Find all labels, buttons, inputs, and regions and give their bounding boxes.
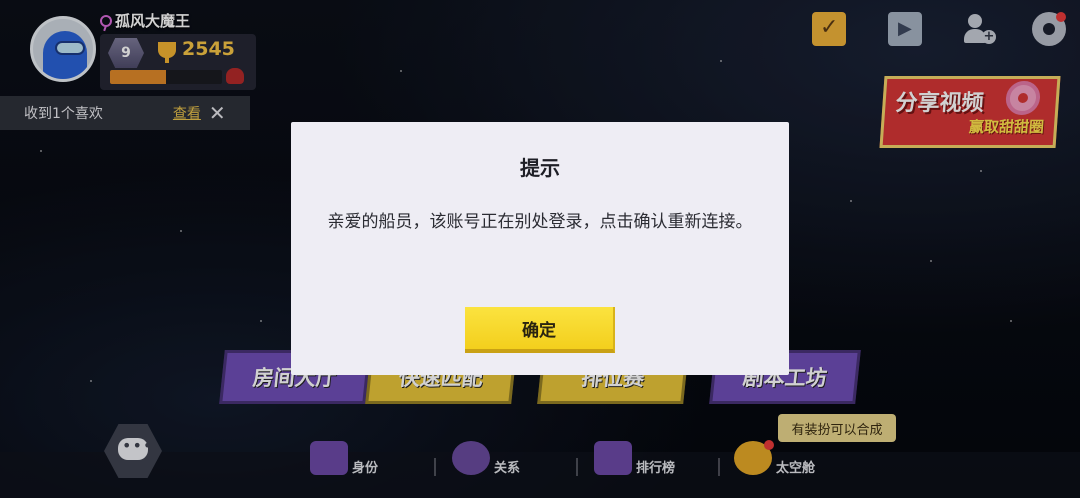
alert-dialog: 提示 亲爱的船员，该账号正在别处登录，点击确认重新连接。 确定 xyxy=(291,122,789,375)
dialog-message: 亲爱的船员，该账号正在别处登录，点击确认重新连接。 xyxy=(327,212,753,232)
confirm-button[interactable]: 确定 xyxy=(465,307,615,353)
dialog-title: 提示 xyxy=(520,156,560,180)
